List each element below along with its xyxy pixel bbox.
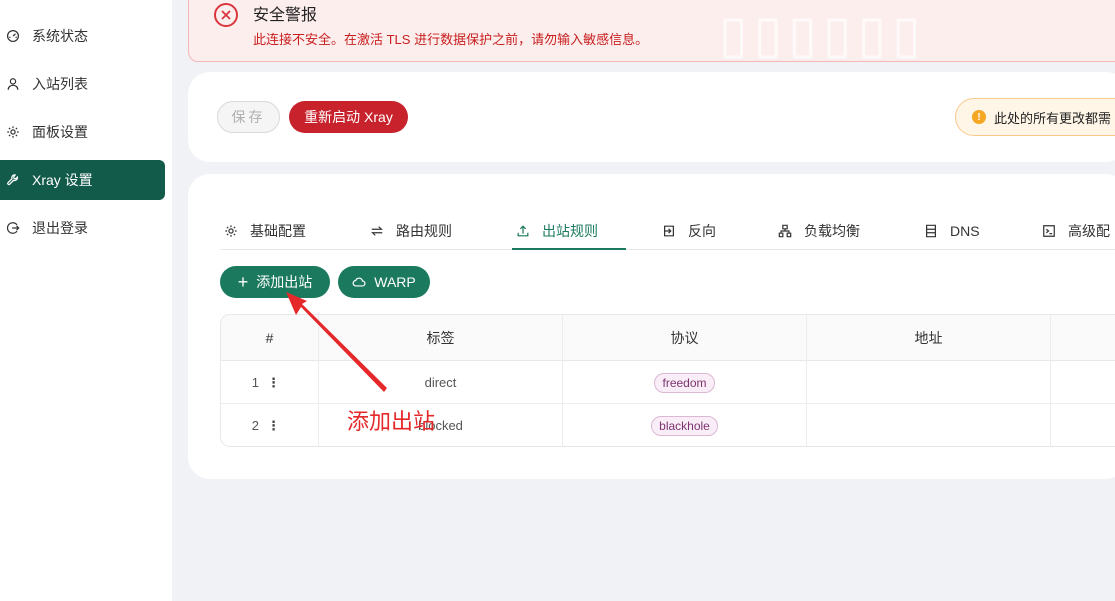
dashboard-icon xyxy=(5,28,21,44)
sidebar: 系统状态 入站列表 面板设置 Xray 设置 退出登录 xyxy=(0,0,172,601)
column-header-tag: 标签 xyxy=(319,315,563,361)
sidebar-item-logout[interactable]: 退出登录 xyxy=(0,208,165,248)
row-extra xyxy=(1051,361,1115,404)
tab-label: DNS xyxy=(950,223,980,239)
row-address xyxy=(807,361,1051,404)
tab-label: 反向 xyxy=(688,223,716,239)
upload-icon xyxy=(516,224,530,238)
active-tab-indicator xyxy=(512,248,626,250)
sidebar-item-label: Xray 设置 xyxy=(32,172,93,188)
security-alert: ▯▯▯▯▯▯ 安全警报 此连接不安全。在激活 TLS 进行数据保护之前，请勿输入… xyxy=(188,0,1115,62)
row-protocol: freedom xyxy=(563,361,807,404)
row-index-value: 1 xyxy=(251,375,259,390)
cloud-icon xyxy=(352,277,366,287)
more-icon[interactable]: ⋮ xyxy=(267,418,280,434)
row-address xyxy=(807,404,1051,446)
column-header-protocol: 协议 xyxy=(563,315,807,361)
tab-outbound-rules[interactable]: 出站规则 xyxy=(516,212,598,250)
notice-text: 此处的所有更改都需 xyxy=(994,110,1112,126)
protocol-badge: blackhole xyxy=(651,415,718,436)
alert-description: 此连接不安全。在激活 TLS 进行数据保护之前，请勿输入敏感信息。 xyxy=(253,32,649,47)
table-row: 1 ⋮ direct freedom xyxy=(221,361,1115,404)
add-outbound-button[interactable]: + 添加出站 xyxy=(220,266,330,298)
toolbar-card: 保存 重新启动 Xray ! 此处的所有更改都需 xyxy=(188,72,1115,162)
cluster-icon xyxy=(778,224,792,238)
sidebar-item-xray-settings[interactable]: Xray 设置 xyxy=(0,160,165,200)
gear-icon xyxy=(224,224,238,238)
alert-decoration: ▯▯▯▯▯▯ xyxy=(719,6,927,62)
more-icon[interactable]: ⋮ xyxy=(267,375,280,391)
row-tag: direct xyxy=(319,361,563,404)
tab-label: 负载均衡 xyxy=(804,223,860,239)
column-header-extra xyxy=(1051,315,1115,361)
import-icon xyxy=(662,224,676,238)
row-protocol: blackhole xyxy=(563,404,807,446)
table-header: # 标签 协议 地址 xyxy=(221,315,1115,361)
warp-button[interactable]: WARP xyxy=(338,266,430,298)
logout-icon xyxy=(5,220,21,236)
wrench-icon xyxy=(5,172,21,188)
row-index-value: 2 xyxy=(251,418,259,433)
tab-advanced[interactable]: 高级配 xyxy=(1042,212,1110,250)
sidebar-item-inbounds[interactable]: 入站列表 xyxy=(0,64,165,104)
sidebar-item-label: 系统状态 xyxy=(32,28,88,44)
tab-bar: 基础配置 路由规则 出站规则 反向 负载均衡 DNS 高级配 xyxy=(220,212,1115,250)
tab-reverse[interactable]: 反向 xyxy=(662,212,716,250)
code-icon xyxy=(1042,224,1056,238)
row-index: 1 ⋮ xyxy=(221,361,319,404)
column-header-address: 地址 xyxy=(807,315,1051,361)
sidebar-item-label: 退出登录 xyxy=(32,220,88,236)
tab-basic-config[interactable]: 基础配置 xyxy=(224,212,306,250)
tab-label: 高级配 xyxy=(1068,223,1110,239)
gear-icon xyxy=(5,124,21,140)
tab-dns[interactable]: DNS xyxy=(924,212,980,250)
row-index: 2 ⋮ xyxy=(221,404,319,446)
close-circle-icon xyxy=(214,3,238,27)
user-icon xyxy=(5,76,21,92)
save-button[interactable]: 保存 xyxy=(217,101,280,133)
tab-label: 出站规则 xyxy=(542,223,598,239)
tab-label: 路由规则 xyxy=(396,223,452,239)
database-icon xyxy=(924,224,938,238)
changes-notice: ! 此处的所有更改都需 xyxy=(955,98,1115,136)
add-outbound-label: 添加出站 xyxy=(256,274,313,290)
warp-label: WARP xyxy=(374,274,416,290)
restart-xray-button[interactable]: 重新启动 Xray xyxy=(289,101,408,133)
alert-title: 安全警报 xyxy=(253,7,318,24)
protocol-badge: freedom xyxy=(654,372,715,393)
tab-routing-rules[interactable]: 路由规则 xyxy=(370,212,452,250)
settings-card: 基础配置 路由规则 出站规则 反向 负载均衡 DNS 高级配 + 添加出站 WA… xyxy=(188,174,1115,479)
annotation-text: 添加出站 xyxy=(347,409,436,434)
tab-load-balancing[interactable]: 负载均衡 xyxy=(778,212,860,250)
row-extra xyxy=(1051,404,1115,446)
plus-icon: + xyxy=(237,272,249,292)
warning-icon: ! xyxy=(972,110,986,124)
column-header-index: # xyxy=(221,315,319,361)
swap-icon xyxy=(370,224,384,238)
tab-label: 基础配置 xyxy=(250,223,306,239)
sidebar-item-panel-settings[interactable]: 面板设置 xyxy=(0,112,165,152)
sidebar-item-label: 面板设置 xyxy=(32,124,88,140)
sidebar-item-system-status[interactable]: 系统状态 xyxy=(0,16,165,56)
sidebar-item-label: 入站列表 xyxy=(32,76,88,92)
